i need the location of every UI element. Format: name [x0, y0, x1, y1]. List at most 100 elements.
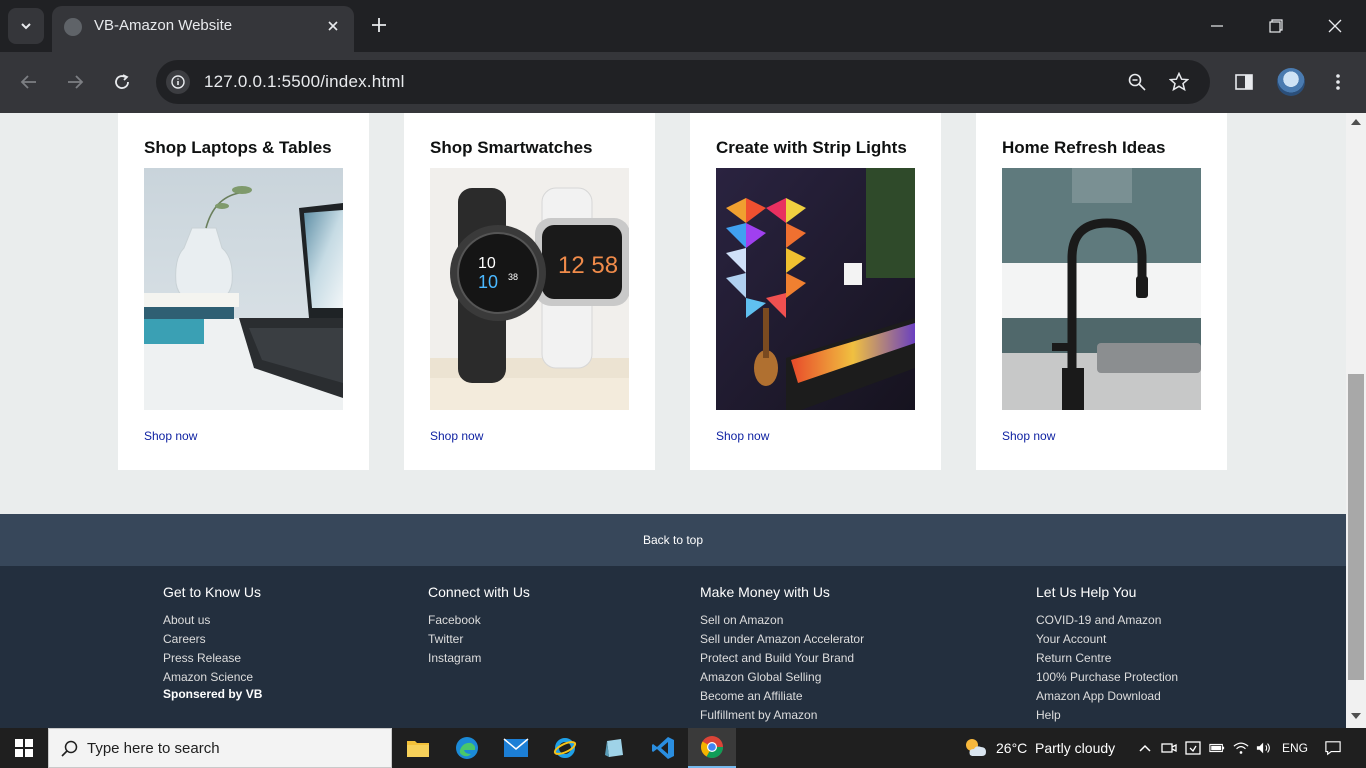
weather-partly-cloudy-icon[interactable]	[964, 736, 988, 760]
footer-link[interactable]: Careers	[163, 630, 262, 649]
taskbar-search-box[interactable]: Type here to search	[48, 728, 392, 768]
shop-now-link[interactable]: Shop now	[430, 429, 483, 443]
tab-close-button[interactable]	[322, 15, 344, 37]
new-tab-button[interactable]	[366, 12, 392, 38]
globe-icon	[64, 18, 82, 36]
reload-button[interactable]	[107, 67, 137, 97]
footer-link[interactable]: Amazon Global Selling	[700, 668, 864, 687]
zoom-icon[interactable]	[1125, 70, 1149, 94]
minimize-button[interactable]	[1201, 10, 1233, 42]
shop-now-link[interactable]: Shop now	[144, 429, 197, 443]
product-card: Create with Strip Lights Shop now	[690, 113, 941, 470]
svg-text:12 58: 12 58	[558, 252, 618, 279]
browser-tab[interactable]: VB-Amazon Website	[52, 6, 354, 52]
restore-icon	[1269, 19, 1283, 33]
footer-link[interactable]: Facebook	[428, 611, 530, 630]
address-bar[interactable]: 127.0.0.1:5500/index.html	[156, 60, 1210, 104]
footer-link[interactable]: Sell under Amazon Accelerator	[700, 630, 864, 649]
card-title: Home Refresh Ideas	[1002, 138, 1166, 157]
footer-link[interactable]: Amazon Science	[163, 668, 262, 687]
site-info-icon[interactable]	[166, 70, 190, 94]
laptop-vase-image[interactable]	[144, 168, 343, 410]
side-panel-button[interactable]	[1229, 67, 1259, 97]
footer-link[interactable]: 100% Purchase Protection	[1036, 668, 1178, 687]
back-button[interactable]	[14, 67, 44, 97]
url-text[interactable]: 127.0.0.1:5500/index.html	[204, 72, 405, 92]
taskbar-chrome[interactable]	[688, 728, 736, 768]
smartwatches-image[interactable]: 12 58 10 10 38	[430, 168, 629, 410]
footer-column-let-us-help-you: Let Us Help You COVID-19 and Amazon Your…	[1036, 584, 1178, 725]
notification-center-icon[interactable]	[1325, 740, 1341, 756]
reload-icon	[115, 74, 129, 89]
footer-heading: Let Us Help You	[1036, 584, 1137, 600]
footer-link[interactable]: About us	[163, 611, 262, 630]
footer-link[interactable]: Fulfillment by Amazon	[700, 706, 864, 725]
shop-now-link[interactable]: Shop now	[1002, 429, 1055, 443]
footer-link[interactable]: Return Centre	[1036, 649, 1178, 668]
back-to-top-button[interactable]: Back to top	[0, 514, 1346, 566]
battery-icon[interactable]	[1209, 740, 1225, 756]
footer-link[interactable]: Protect and Build Your Brand	[700, 649, 864, 668]
taskbar-internet-explorer[interactable]	[541, 728, 589, 768]
language-indicator[interactable]: ENG	[1282, 741, 1308, 755]
sponsor-text: Sponsered by VB	[163, 687, 263, 701]
scroll-down-arrow-icon[interactable]	[1351, 713, 1361, 719]
scrollbar-thumb[interactable]	[1348, 374, 1364, 680]
strip-lights-image[interactable]	[716, 168, 915, 410]
meet-now-icon[interactable]	[1161, 740, 1177, 756]
weather-description[interactable]: Partly cloudy	[1035, 740, 1115, 756]
footer-link[interactable]: Press Release	[163, 649, 262, 668]
svg-text:10: 10	[478, 255, 496, 272]
taskbar-mail[interactable]	[492, 728, 540, 768]
scroll-up-arrow-icon[interactable]	[1351, 119, 1361, 125]
footer-link[interactable]: Become an Affiliate	[700, 687, 864, 706]
taskbar-app[interactable]	[590, 728, 638, 768]
side-panel-icon	[1235, 74, 1253, 90]
folder-icon	[407, 741, 429, 757]
forward-button[interactable]	[60, 67, 90, 97]
tab-title: VB-Amazon Website	[94, 17, 233, 34]
volume-icon[interactable]	[1256, 740, 1272, 756]
notification-app-icon[interactable]	[1185, 740, 1201, 756]
footer-link[interactable]: Sell on Amazon	[700, 611, 864, 630]
weather-temperature[interactable]: 26°C	[996, 740, 1027, 756]
start-button[interactable]	[0, 728, 48, 768]
close-icon	[328, 21, 338, 31]
chrome-icon	[701, 736, 723, 758]
card-title: Shop Laptops & Tables	[144, 138, 332, 157]
footer-heading: Get to Know Us	[163, 584, 262, 600]
footer-link[interactable]: Your Account	[1036, 630, 1178, 649]
bookmark-star-icon[interactable]	[1167, 70, 1191, 94]
app-icon	[605, 739, 623, 757]
wifi-icon[interactable]	[1233, 740, 1249, 756]
footer-link[interactable]: Help	[1036, 706, 1178, 725]
page-scrollbar[interactable]	[1346, 113, 1366, 728]
taskbar-file-explorer[interactable]	[394, 728, 442, 768]
footer-column-connect-with-us: Connect with Us Facebook Twitter Instagr…	[428, 584, 530, 668]
profile-avatar[interactable]	[1277, 68, 1305, 96]
svg-text:10: 10	[478, 272, 498, 292]
shop-now-link[interactable]: Shop now	[716, 429, 769, 443]
browser-menu-button[interactable]	[1323, 67, 1353, 97]
tab-search-button[interactable]	[8, 8, 44, 44]
window-close-button[interactable]	[1319, 10, 1351, 42]
windows-taskbar: Type here to search 26°C Partly cloudy E…	[0, 728, 1366, 768]
arrow-left-icon	[20, 75, 36, 89]
product-card: Shop Laptops & Tables Shop now	[118, 113, 369, 470]
footer-link[interactable]: COVID-19 and Amazon	[1036, 611, 1178, 630]
edge-icon	[456, 737, 478, 759]
footer-link[interactable]: Instagram	[428, 649, 530, 668]
internet-explorer-icon	[553, 738, 577, 758]
footer-heading: Connect with Us	[428, 584, 530, 600]
footer-link[interactable]: Amazon App Download	[1036, 687, 1178, 706]
chevron-up-icon[interactable]	[1137, 740, 1153, 756]
footer-heading: Make Money with Us	[700, 584, 830, 600]
taskbar-edge[interactable]	[443, 728, 491, 768]
chevron-down-icon	[21, 23, 31, 30]
browser-tab-bar: VB-Amazon Website	[0, 0, 1366, 52]
kitchen-faucet-image[interactable]	[1002, 168, 1201, 410]
taskbar-vscode[interactable]	[639, 728, 687, 768]
footer-link[interactable]: Twitter	[428, 630, 530, 649]
restore-button[interactable]	[1260, 10, 1292, 42]
more-vertical-icon	[1336, 74, 1340, 90]
